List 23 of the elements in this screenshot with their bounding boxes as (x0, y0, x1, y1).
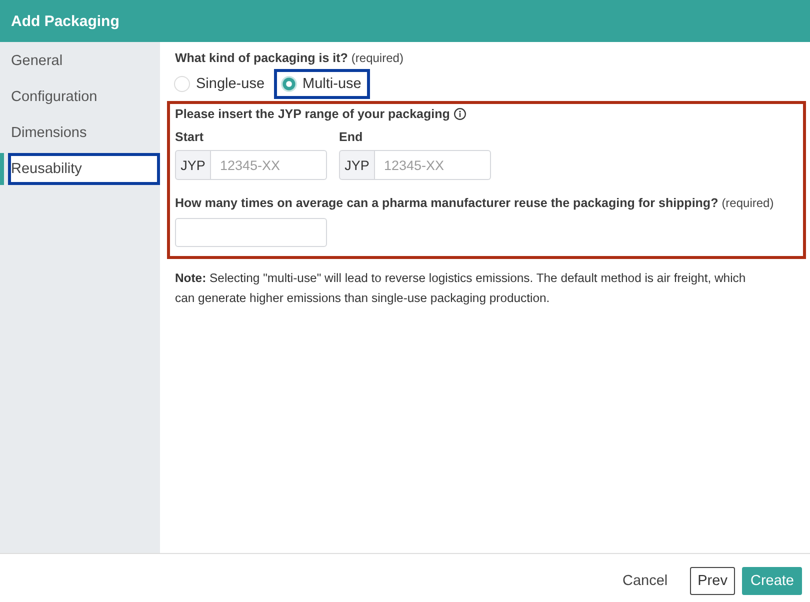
field-label: Start (175, 129, 204, 145)
field-label: End (339, 129, 364, 145)
reuse-count-input[interactable] (175, 218, 327, 247)
input-prefix: JYP (339, 150, 375, 180)
sidebar-item[interactable]: General (8, 45, 160, 77)
radio-option[interactable]: Multi-use (274, 69, 370, 99)
sidebar-item[interactable]: Configuration (8, 81, 160, 113)
radio-option[interactable]: Single-use (167, 69, 274, 99)
question-label: How many times on average can a pharma manufacturer reuse the packaging for shipping? (required) (175, 195, 775, 211)
note-text: Note: Selecting "multi-use" will lead to reverse logistics emissions. The default method is air freight, which can generate higher emissions than single-use packaging production. (175, 270, 747, 307)
radio-icon[interactable] (280, 76, 297, 92)
info-icon[interactable] (454, 108, 466, 120)
cancel-link[interactable]: Cancel (616, 567, 675, 595)
dialog-title: Add Packaging (11, 12, 120, 30)
range-input[interactable]: 12345-XX (375, 150, 491, 180)
radio-icon[interactable] (174, 76, 190, 92)
input-prefix: JYP (175, 150, 211, 180)
sidebar-item[interactable]: Dimensions (8, 117, 160, 149)
sidebar-item[interactable]: Reusability (8, 153, 160, 185)
question-label: What kind of packaging is it? (required) (175, 50, 404, 66)
dialog-button[interactable]: Prev (690, 567, 736, 595)
range-input[interactable]: 12345-XX (211, 150, 327, 180)
range-label: Please insert the JYP range of your packaging (175, 106, 450, 122)
